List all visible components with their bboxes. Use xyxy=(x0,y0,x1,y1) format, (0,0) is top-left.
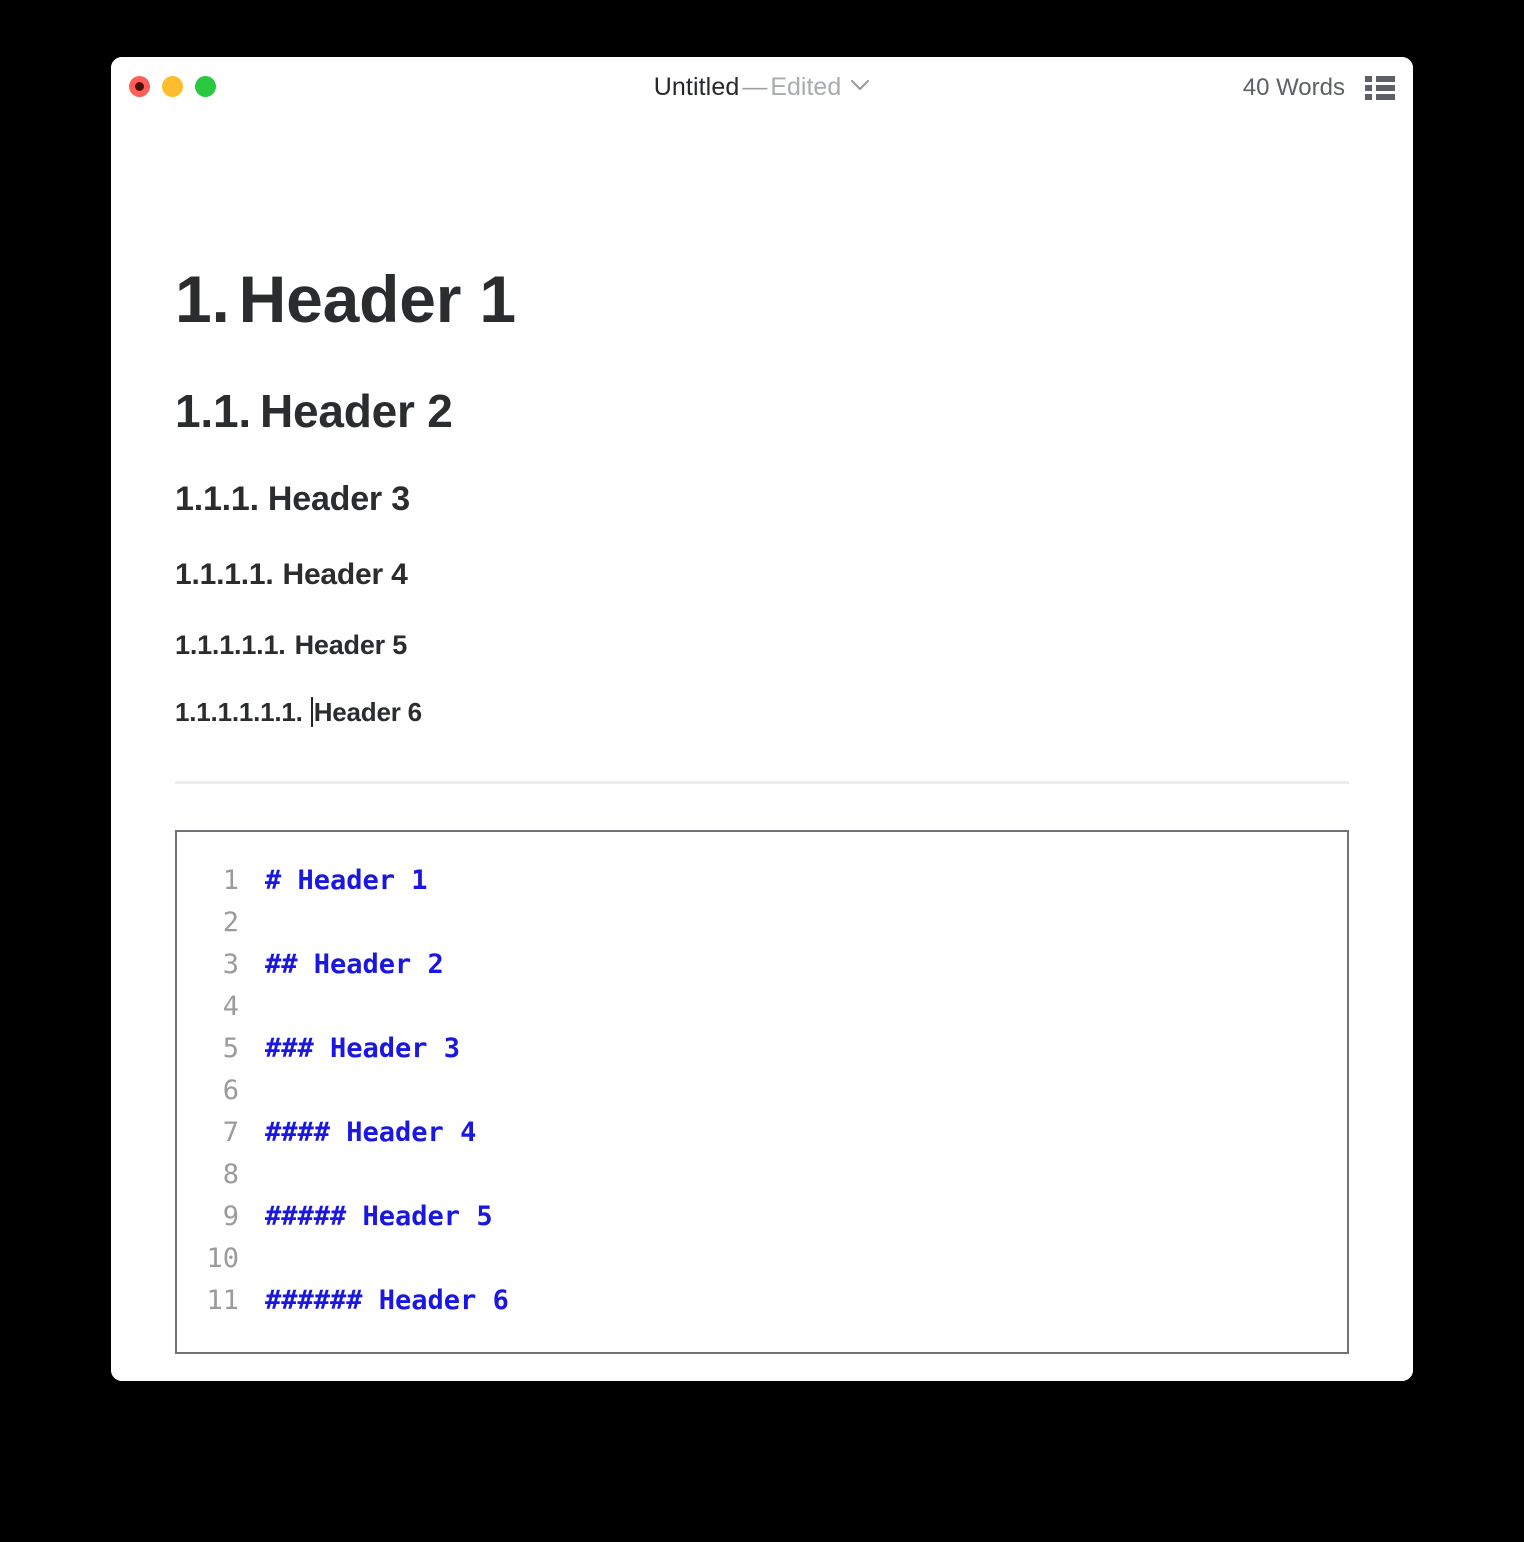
code-line-text: #### Header 4 xyxy=(265,1117,477,1148)
heading-text: Header 4 xyxy=(282,558,408,591)
heading-number: 1.1. xyxy=(175,385,251,437)
line-number: 6 xyxy=(222,1075,239,1106)
code-line: 6 xyxy=(177,1070,1347,1112)
heading-level-3[interactable]: 1.1.1. Header 3 xyxy=(175,478,1349,520)
heading-text: Header 6 xyxy=(313,697,422,727)
line-number: 4 xyxy=(222,991,239,1022)
heading-text: Header 2 xyxy=(259,385,453,437)
heading-level-2[interactable]: 1.1. Header 2 xyxy=(175,384,1349,438)
line-number: 1 xyxy=(222,865,239,896)
code-line-text: ### Header 3 xyxy=(265,1033,461,1064)
line-number: 10 xyxy=(206,1243,239,1274)
code-line-text: ## Header 2 xyxy=(265,949,444,980)
heading-number: 1. xyxy=(175,262,230,336)
titlebar-right-group: 40 Words xyxy=(1243,73,1395,103)
code-line: 11 ###### Header 6 xyxy=(177,1280,1347,1322)
heading-level-5[interactable]: 1.1.1.1.1. Header 5 xyxy=(175,628,1349,662)
text-cursor-caret xyxy=(310,697,313,727)
code-line: 4 xyxy=(177,986,1347,1028)
code-line-text: ###### Header 6 xyxy=(265,1285,509,1316)
window-title-group: Untitled — Edited xyxy=(111,71,1413,103)
code-line: 8 xyxy=(177,1154,1347,1196)
line-number: 2 xyxy=(222,907,239,938)
line-number: 9 xyxy=(222,1201,239,1232)
close-window-button[interactable] xyxy=(129,76,150,97)
code-line: 3 ## Header 2 xyxy=(177,944,1347,986)
line-number: 5 xyxy=(222,1033,239,1064)
heading-text: Header 1 xyxy=(238,262,516,336)
bulleted-list-icon[interactable] xyxy=(1365,75,1395,101)
heading-number: 1.1.1. xyxy=(175,480,259,518)
edited-status-label: Edited xyxy=(770,73,842,101)
heading-number: 1.1.1.1. xyxy=(175,558,274,591)
code-block[interactable]: 1 # Header 1 2 3 ## Header 2 4 5 ### Hea… xyxy=(175,830,1349,1354)
heading-number: 1.1.1.1.1. xyxy=(175,630,286,660)
traffic-light-group xyxy=(129,76,216,97)
heading-text: Header 5 xyxy=(294,630,408,660)
line-number: 3 xyxy=(222,949,239,980)
line-number: 8 xyxy=(222,1159,239,1190)
horizontal-rule xyxy=(175,781,1349,784)
line-number: 7 xyxy=(222,1117,239,1148)
code-line: 7 #### Header 4 xyxy=(177,1112,1347,1154)
heading-number: 1.1.1.1.1.1. xyxy=(175,697,303,727)
window-titlebar: Untitled — Edited 40 Words xyxy=(111,57,1413,118)
document-title: Untitled xyxy=(653,73,740,101)
title-separator: — xyxy=(742,73,768,101)
code-line: 2 xyxy=(177,902,1347,944)
document-editor-area[interactable]: 1. Header 1 1.1. Header 2 1.1.1. Header 3 1… xyxy=(111,118,1413,1381)
code-line-text: ##### Header 5 xyxy=(265,1201,493,1232)
chevron-down-icon[interactable] xyxy=(850,79,870,92)
code-line: 9 ##### Header 5 xyxy=(177,1196,1347,1238)
heading-level-6[interactable]: 1.1.1.1.1.1. Header 6 xyxy=(175,696,1349,729)
heading-text: Header 3 xyxy=(267,480,410,518)
code-line: 10 xyxy=(177,1238,1347,1280)
code-line-text: # Header 1 xyxy=(265,865,428,896)
heading-level-4[interactable]: 1.1.1.1. Header 4 xyxy=(175,556,1349,594)
code-line: 1 # Header 1 xyxy=(177,860,1347,902)
maximize-window-button[interactable] xyxy=(195,76,216,97)
minimize-window-button[interactable] xyxy=(162,76,183,97)
line-number: 11 xyxy=(206,1285,239,1316)
editor-window: Untitled — Edited 40 Words 1. Header 1 1… xyxy=(111,57,1413,1381)
code-line: 5 ### Header 3 xyxy=(177,1028,1347,1070)
word-count-label: 40 Words xyxy=(1242,74,1345,101)
heading-level-1[interactable]: 1. Header 1 xyxy=(175,262,1349,336)
